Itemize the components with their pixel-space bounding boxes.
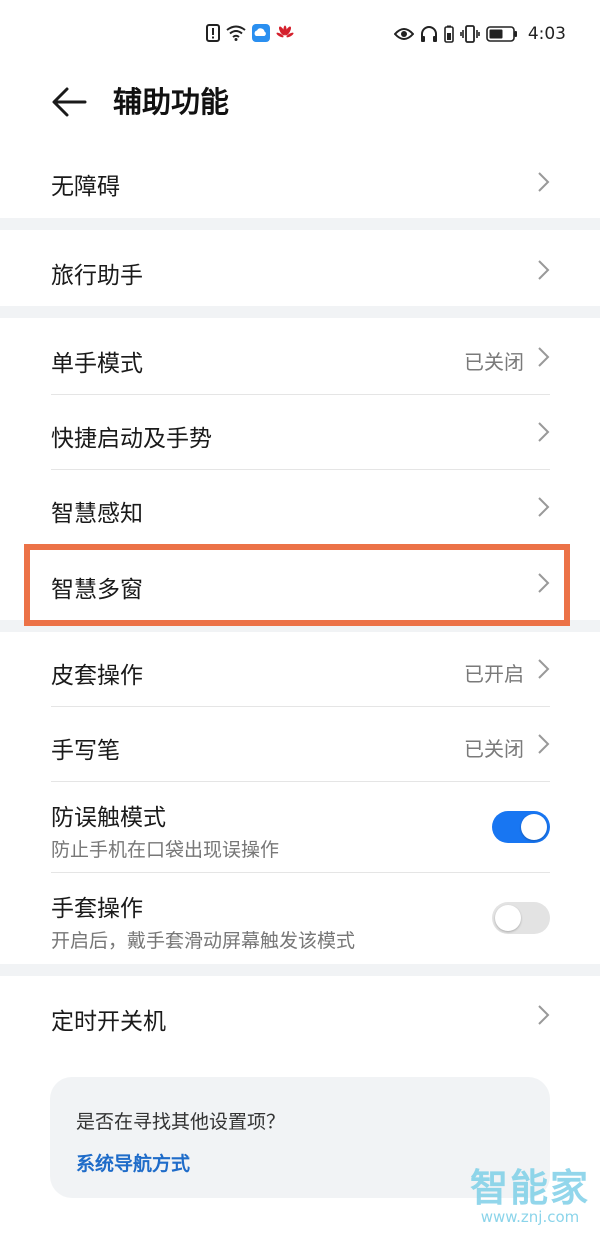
page-title: 辅助功能 xyxy=(113,85,230,119)
huawei-logo-icon xyxy=(276,25,294,41)
headphones-icon xyxy=(420,25,438,43)
alert-icon xyxy=(206,24,220,42)
row-smart-sense[interactable]: 智慧感知 xyxy=(0,470,600,544)
section-gap xyxy=(0,218,600,230)
status-icons-left xyxy=(206,24,294,42)
row-label: 皮套操作 xyxy=(51,663,143,689)
glove-mode-toggle[interactable] xyxy=(492,902,550,934)
row-shortcuts-gestures[interactable]: 快捷启动及手势 xyxy=(0,395,600,469)
row-label: 手写笔 xyxy=(51,738,120,764)
wifi-icon xyxy=(226,25,246,41)
group-input: 皮套操作 已开启 手写笔 已关闭 防误触模式 防止手机在口袋出现误操作 手套操作… xyxy=(0,632,600,964)
toggle-knob xyxy=(521,814,547,840)
chevron-right-icon xyxy=(538,422,550,442)
chevron-right-icon xyxy=(538,260,550,280)
header: 辅助功能 xyxy=(0,70,600,136)
row-smart-multiwindow[interactable]: 智慧多窗 xyxy=(0,544,600,620)
row-label: 手套操作 xyxy=(51,896,143,922)
chevron-right-icon xyxy=(538,734,550,754)
section-gap xyxy=(0,306,600,318)
battery-icon xyxy=(486,26,518,42)
chevron-right-icon xyxy=(538,172,550,192)
accidental-touch-toggle[interactable] xyxy=(492,811,550,843)
row-status-value: 已关闭 xyxy=(464,737,524,761)
row-label: 快捷启动及手势 xyxy=(51,426,212,452)
row-label: 定时开关机 xyxy=(51,1009,166,1035)
row-travel-assistant[interactable]: 旅行助手 xyxy=(0,230,600,306)
row-accessibility[interactable]: 无障碍 xyxy=(0,136,600,218)
watermark-logo: 智能家 xyxy=(469,1166,590,1210)
status-time: 4:03 xyxy=(527,24,566,44)
row-label: 智慧感知 xyxy=(51,501,143,527)
section-gap xyxy=(0,620,600,632)
watermark: 智能家 www.znj.com xyxy=(470,1168,590,1226)
chevron-right-icon xyxy=(538,573,550,593)
chevron-right-icon xyxy=(538,659,550,679)
row-label: 单手模式 xyxy=(51,351,143,377)
status-icons-right: 4:03 xyxy=(393,24,566,44)
battery-saver-icon xyxy=(444,25,454,43)
row-label: 智慧多窗 xyxy=(51,577,143,603)
watermark-url: www.znj.com xyxy=(480,1208,580,1226)
section-gap xyxy=(0,964,600,976)
row-label: 防误触模式 xyxy=(51,805,166,831)
row-scheduled-power[interactable]: 定时开关机 xyxy=(0,976,600,1054)
row-description: 防止手机在口袋出现误操作 xyxy=(51,839,280,861)
suggestion-question: 是否在寻找其他设置项？ xyxy=(76,1111,286,1133)
chevron-right-icon xyxy=(538,347,550,367)
toggle-knob xyxy=(495,905,521,931)
group-travel: 旅行助手 xyxy=(0,230,600,306)
chevron-right-icon xyxy=(538,1005,550,1025)
eye-icon xyxy=(393,27,414,41)
back-arrow-icon xyxy=(52,87,87,117)
group-accessibility: 无障碍 xyxy=(0,136,600,218)
row-status-value: 已关闭 xyxy=(464,350,524,374)
row-description: 开启后，戴手套滑动屏幕触发该模式 xyxy=(51,930,356,952)
row-one-hand-mode[interactable]: 单手模式 已关闭 xyxy=(0,318,600,394)
row-glove-mode: 手套操作 开启后，戴手套滑动屏幕触发该模式 xyxy=(0,873,600,964)
row-label: 旅行助手 xyxy=(51,263,143,289)
suggestion-link[interactable]: 系统导航方式 xyxy=(76,1149,190,1176)
row-cover-operation[interactable]: 皮套操作 已开启 xyxy=(0,632,600,706)
status-bar: 4:03 xyxy=(0,0,600,70)
row-accidental-touch: 防误触模式 防止手机在口袋出现误操作 xyxy=(0,782,600,872)
chevron-right-icon xyxy=(538,497,550,517)
row-status-value: 已开启 xyxy=(464,662,524,686)
row-stylus[interactable]: 手写笔 已关闭 xyxy=(0,707,600,781)
row-label: 无障碍 xyxy=(51,174,120,200)
group-operations: 单手模式 已关闭 快捷启动及手势 智慧感知 智慧多窗 xyxy=(0,318,600,620)
back-button[interactable] xyxy=(44,82,94,122)
vibrate-icon xyxy=(460,25,480,43)
cloud-icon xyxy=(252,24,270,42)
